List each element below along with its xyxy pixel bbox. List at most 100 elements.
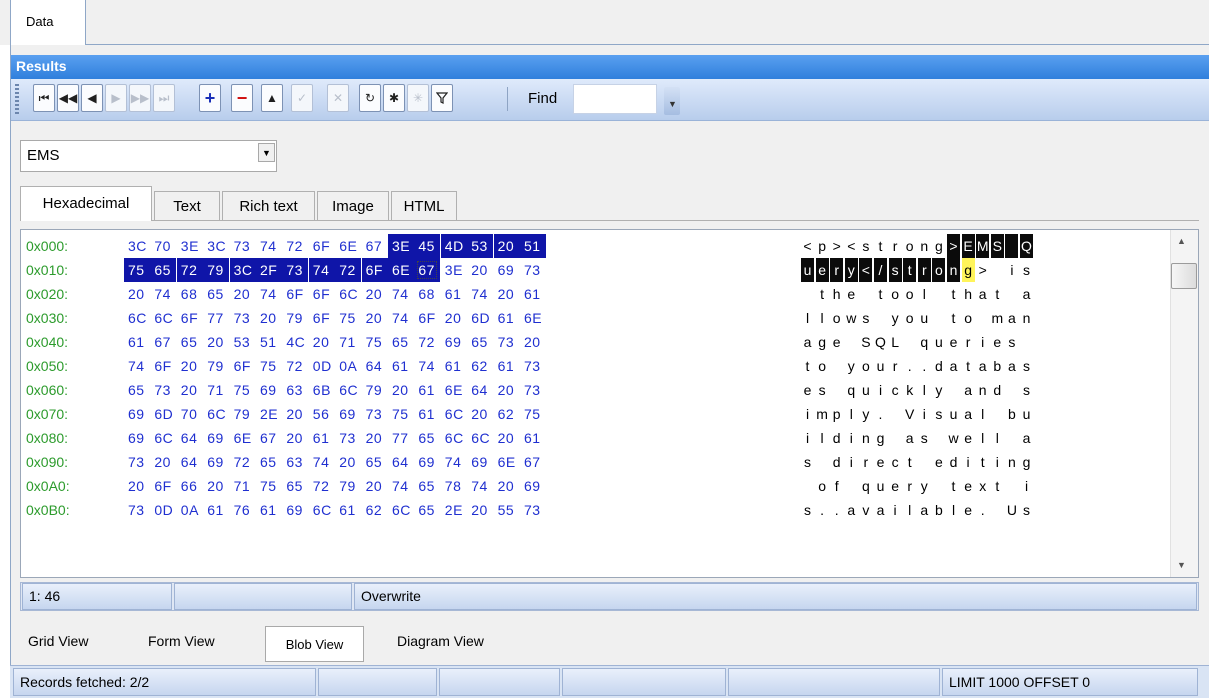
hex-text-char[interactable]: e <box>962 498 975 522</box>
hex-byte[interactable]: 67 <box>150 330 176 354</box>
hex-text-char[interactable]: V <box>903 402 916 426</box>
hex-byte[interactable]: 74 <box>309 450 335 474</box>
hex-text-char[interactable]: t <box>801 354 814 378</box>
hex-text-char[interactable]: E <box>961 234 975 258</box>
hex-byte[interactable]: 20 <box>282 426 308 450</box>
scrollbar-thumb[interactable] <box>1171 263 1197 289</box>
hex-text-char[interactable]: v <box>859 498 872 522</box>
hex-byte[interactable]: 61 <box>414 378 440 402</box>
hex-byte[interactable]: 6C <box>335 378 361 402</box>
hex-text-char[interactable]: u <box>874 354 887 378</box>
hex-text-char[interactable]: e <box>830 330 843 354</box>
hex-byte[interactable]: 64 <box>177 450 203 474</box>
hex-text-char[interactable]: t <box>874 234 887 258</box>
hex-text-char[interactable]: a <box>918 498 931 522</box>
hex-text-char[interactable]: o <box>903 234 916 258</box>
toolbar-grip[interactable] <box>15 84 19 114</box>
hex-byte[interactable]: 73 <box>150 378 176 402</box>
hex-text-char[interactable]: a <box>1005 354 1018 378</box>
hex-byte[interactable]: 20 <box>362 426 388 450</box>
hex-byte[interactable]: 64 <box>388 450 414 474</box>
hex-byte[interactable]: 53 <box>230 330 256 354</box>
hex-byte[interactable]: 6F <box>414 306 440 330</box>
hex-byte[interactable]: 68 <box>414 282 440 306</box>
hex-text-char[interactable]: l <box>816 426 829 450</box>
hex-text-char[interactable]: n <box>859 426 872 450</box>
hex-byte[interactable]: 61 <box>520 426 546 450</box>
hex-byte[interactable]: 65 <box>414 498 440 522</box>
hex-byte[interactable]: 71 <box>203 378 229 402</box>
hex-text-char[interactable]: m <box>991 306 1004 330</box>
hex-text-char[interactable]: t <box>947 282 960 306</box>
hex-text-char[interactable]: i <box>1005 258 1018 282</box>
hex-text-char[interactable]: s <box>801 498 814 522</box>
hex-byte[interactable]: 6E <box>494 450 520 474</box>
hex-text-char[interactable]: f <box>830 474 843 498</box>
hex-byte[interactable]: 2F <box>256 258 282 282</box>
hex-byte[interactable]: 73 <box>124 450 150 474</box>
hex-byte[interactable]: 20 <box>362 474 388 498</box>
hex-byte[interactable]: 20 <box>494 378 520 402</box>
view-grid[interactable]: Grid View <box>18 629 98 657</box>
hex-byte[interactable]: 20 <box>494 282 520 306</box>
hex-byte[interactable]: 20 <box>388 378 414 402</box>
hex-text-char[interactable]: S <box>990 234 1004 258</box>
hex-byte[interactable]: 69 <box>414 450 440 474</box>
hex-text-char[interactable]: Q <box>874 330 887 354</box>
hex-text-char[interactable]: i <box>976 330 989 354</box>
post-edit-button[interactable]: ✓ <box>291 84 313 112</box>
next-record-button[interactable]: ▶ <box>105 84 127 112</box>
hex-text-char[interactable] <box>1005 378 1018 402</box>
hex-byte[interactable]: 6F <box>309 234 335 258</box>
hex-text-char[interactable]: b <box>932 498 945 522</box>
hex-text-char[interactable]: u <box>1020 402 1033 426</box>
hex-text-char[interactable]: l <box>845 402 858 426</box>
hex-byte[interactable]: 75 <box>388 402 414 426</box>
hex-text-char[interactable]: l <box>903 498 916 522</box>
hex-byte[interactable]: 20 <box>203 474 229 498</box>
hex-byte[interactable]: 73 <box>335 426 361 450</box>
hex-byte[interactable]: 20 <box>256 306 282 330</box>
hex-text-char[interactable]: n <box>1020 306 1033 330</box>
hex-byte[interactable]: 69 <box>256 378 282 402</box>
hex-text-char[interactable]: a <box>976 354 989 378</box>
hex-text-char[interactable]: t <box>947 306 960 330</box>
hex-text-char[interactable] <box>816 450 829 474</box>
hex-byte[interactable]: 79 <box>335 474 361 498</box>
hex-byte[interactable]: 69 <box>203 450 229 474</box>
hex-text-char[interactable]: b <box>1005 402 1018 426</box>
hex-text-char[interactable] <box>1005 282 1018 306</box>
hex-byte[interactable]: 6C <box>150 426 176 450</box>
hex-byte[interactable]: 73 <box>520 498 546 522</box>
hex-text-char[interactable]: i <box>801 426 814 450</box>
hex-byte[interactable]: 79 <box>282 306 308 330</box>
hex-text-char[interactable]: i <box>845 450 858 474</box>
hex-byte[interactable]: 20 <box>335 450 361 474</box>
hex-byte[interactable]: 72 <box>282 234 308 258</box>
hex-byte[interactable]: 73 <box>494 330 520 354</box>
hex-byte[interactable]: 67 <box>520 450 546 474</box>
hex-byte[interactable]: 6C <box>309 498 335 522</box>
hex-byte[interactable]: 79 <box>362 378 388 402</box>
hex-text-char[interactable]: r <box>962 330 975 354</box>
hex-byte[interactable]: 6B <box>309 378 335 402</box>
hex-byte[interactable]: 71 <box>335 330 361 354</box>
hex-text-char[interactable]: q <box>845 378 858 402</box>
hex-text-char[interactable]: p <box>830 402 843 426</box>
hex-text-char[interactable]: / <box>874 258 887 282</box>
hex-byte[interactable]: 73 <box>520 378 546 402</box>
hex-byte[interactable]: 61 <box>388 354 414 378</box>
hex-text-char[interactable] <box>932 474 945 498</box>
hex-text-char[interactable]: y <box>932 378 945 402</box>
hex-text-char[interactable]: o <box>830 306 843 330</box>
hex-byte[interactable]: 75 <box>520 402 546 426</box>
hex-byte[interactable]: 74 <box>388 282 414 306</box>
hex-byte[interactable]: 6C <box>388 498 414 522</box>
hex-byte[interactable]: 2E <box>441 498 467 522</box>
hex-text-char[interactable] <box>991 498 1004 522</box>
hex-text-char[interactable]: x <box>976 474 989 498</box>
refresh-button[interactable]: ↻ <box>359 84 381 112</box>
hex-text-char[interactable]: l <box>918 378 931 402</box>
hex-text-char[interactable]: w <box>947 426 960 450</box>
hex-text-char[interactable] <box>859 282 872 306</box>
